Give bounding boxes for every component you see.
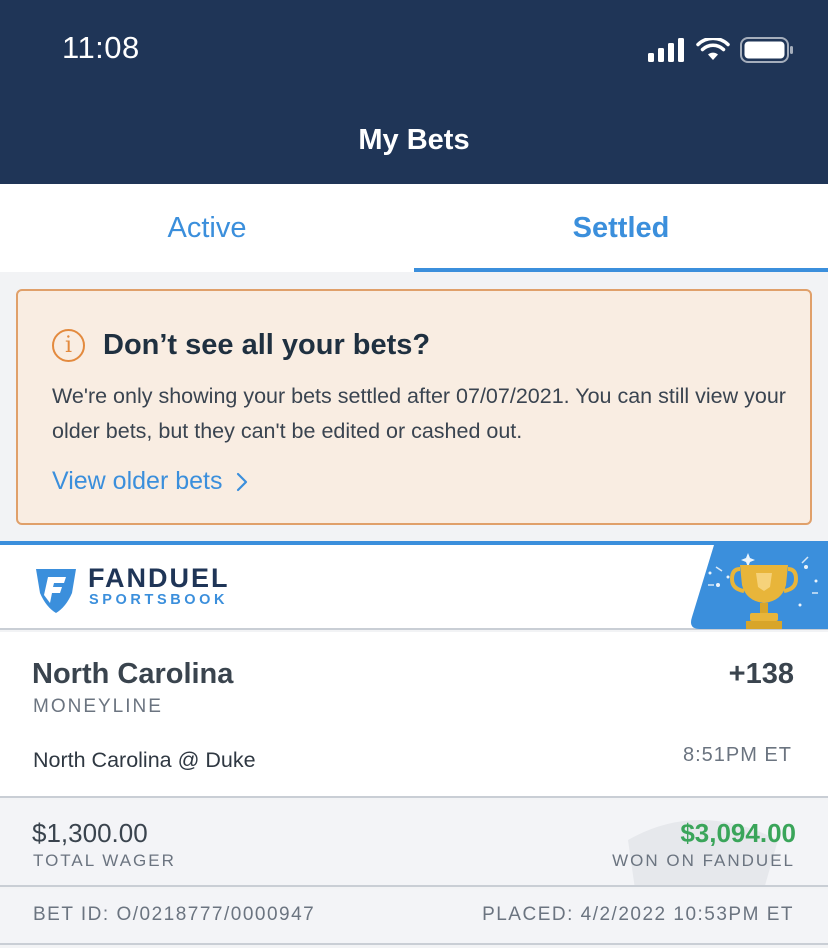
tab-settled[interactable]: Settled: [414, 184, 828, 272]
event-name: North Carolina @ Duke: [33, 748, 256, 772]
trophy-icon: [691, 545, 828, 629]
view-older-bets-link[interactable]: View older bets: [52, 467, 248, 496]
brand-name: FANDUEL: [88, 563, 230, 593]
signal-icon: [648, 38, 684, 62]
wager-summary: $1,300.00 TOTAL WAGER $3,094.00 WON ON F…: [0, 800, 828, 887]
bet-meta: BET ID: O/0218777/0000947 PLACED: 4/2/20…: [0, 889, 828, 945]
status-icons: [648, 36, 794, 64]
selection-odds: +138: [728, 658, 794, 690]
bet-id: BET ID: O/0218777/0000947: [33, 904, 316, 925]
event-time: 8:51PM ET: [682, 744, 792, 766]
notice-header: i Don’t see all your bets?: [52, 329, 430, 362]
notice-body: We're only showing your bets settled aft…: [52, 384, 786, 443]
older-bets-notice: i Don’t see all your bets? We're only sh…: [16, 289, 812, 525]
view-older-bets-label: View older bets: [52, 467, 223, 495]
total-wager-label: TOTAL WAGER: [33, 851, 176, 870]
total-wager-amount: $1,300.00: [32, 818, 148, 848]
info-icon: i: [52, 329, 85, 362]
tab-bar: Active Settled: [0, 184, 828, 272]
bet-selection[interactable]: North Carolina MONEYLINE +138 North Caro…: [0, 632, 828, 798]
placed-timestamp: PLACED: 4/2/2022 10:53PM ET: [482, 904, 794, 925]
payout-label: WON ON FANDUEL: [612, 851, 795, 870]
fanduel-shield-icon: [36, 569, 76, 613]
bet-card-header: FANDUEL SPORTSBOOK: [0, 545, 828, 630]
page-title: My Bets: [358, 124, 470, 156]
status-time: 11:08: [62, 30, 140, 65]
brand-subtitle: SPORTSBOOK: [89, 592, 229, 608]
market-type: MONEYLINE: [33, 696, 163, 717]
selection-name: North Carolina: [32, 658, 234, 690]
wifi-icon: [696, 38, 730, 60]
tab-active[interactable]: Active: [0, 184, 414, 272]
notice-title: Don’t see all your bets?: [103, 329, 431, 361]
app-header: 11:08 My Bets: [0, 0, 828, 184]
battery-icon: [740, 37, 793, 63]
chevron-right-icon: [237, 472, 248, 491]
payout-amount: $3,094.00: [680, 818, 796, 848]
